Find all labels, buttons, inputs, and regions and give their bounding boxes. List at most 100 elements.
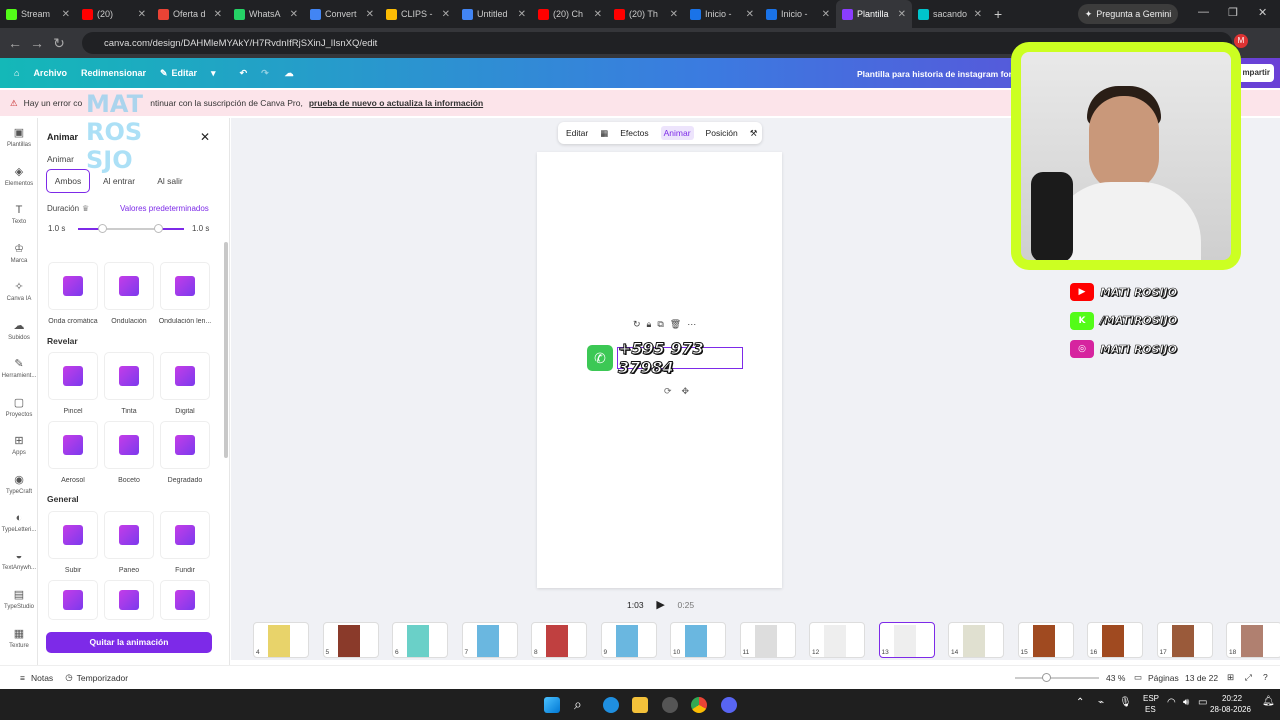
animation-thumbnail[interactable] <box>48 352 98 400</box>
archivo-menu[interactable]: Archivo <box>33 68 67 78</box>
animation-thumbnail[interactable] <box>48 511 98 559</box>
tab-close-icon[interactable]: ✕ <box>290 9 298 20</box>
discord-icon[interactable] <box>721 697 737 713</box>
duration-out-handle[interactable] <box>154 224 163 233</box>
page-thumbnail[interactable]: 16 <box>1087 622 1143 658</box>
zoom-slider[interactable] <box>1015 677 1099 679</box>
tab-close-icon[interactable]: ✕ <box>670 9 678 20</box>
page-thumbnail[interactable]: 15 <box>1017 622 1074 658</box>
page-thumbnail[interactable]: 14 <box>948 622 1004 658</box>
animation-thumbnail[interactable] <box>104 511 154 559</box>
presets-link[interactable]: Valores predeterminados <box>120 204 209 213</box>
search-icon[interactable]: ⌕ <box>574 696 582 713</box>
network-icon[interactable]: ⌁ <box>1098 697 1104 708</box>
animation-thumbnail[interactable] <box>104 262 154 310</box>
panel-scrollbar[interactable] <box>224 242 228 458</box>
rail-item[interactable]: ⊞ Apps <box>0 426 38 465</box>
browser-tab[interactable]: CLIPS - ✕ <box>380 0 456 28</box>
rail-item[interactable]: ▦ Texture <box>0 619 38 658</box>
whatsapp-icon[interactable]: ✆ <box>587 345 613 371</box>
tab-close-icon[interactable]: ✕ <box>366 9 374 20</box>
rail-item[interactable]: ✧ Canva IA <box>0 272 38 311</box>
page-thumbnail[interactable]: 11 <box>739 622 796 658</box>
retry-payment-link[interactable]: prueba de nuevo o actualiza la informaci… <box>309 98 483 108</box>
rail-item[interactable]: ▣ Plantillas <box>0 118 38 157</box>
rail-item[interactable]: ▤ TypeStudio <box>0 580 38 619</box>
page-thumbnail[interactable]: 12 <box>809 622 865 658</box>
lang-1[interactable]: ESP <box>1143 694 1159 703</box>
page-thumbnail[interactable]: 5 <box>322 622 379 658</box>
fullscreen-icon[interactable]: ⤢ <box>1245 672 1252 683</box>
ctx-editar[interactable]: Editar <box>566 128 588 138</box>
rail-item[interactable]: ◈ Elementos <box>0 157 38 196</box>
maximize-icon[interactable]: ❐ <box>1228 6 1238 19</box>
browser-tab[interactable]: (20) Th ✕ <box>608 0 684 28</box>
ctx-animar[interactable]: Animar <box>660 126 694 140</box>
paint-roller-icon[interactable]: ⚒ <box>750 128 758 139</box>
grid-view-icon[interactable]: ⊞ <box>1227 672 1234 683</box>
page-thumbnail[interactable]: 7 <box>461 622 518 658</box>
edge-icon[interactable] <box>603 697 619 713</box>
redimensionar-menu[interactable]: Redimensionar <box>81 68 146 78</box>
clock-date[interactable]: 28-08-2026 <box>1210 705 1251 714</box>
animation-thumbnail[interactable] <box>104 352 154 400</box>
notification-icon[interactable]: 🔔︎ <box>1262 696 1275 707</box>
close-window-icon[interactable]: ✕ <box>1258 6 1267 19</box>
pages-button[interactable]: Páginas <box>1148 673 1179 683</box>
browser-tab[interactable]: Plantilla ✕ <box>836 0 912 28</box>
redo-icon[interactable]: ↷ <box>261 68 269 79</box>
duration-in-value[interactable]: 1.0 s <box>48 224 65 233</box>
remove-animation-button[interactable]: Quitar la animación <box>46 632 212 653</box>
zoom-value[interactable]: 43 % <box>1106 673 1125 683</box>
forward-icon[interactable]: → <box>26 35 48 51</box>
ctx-posicion[interactable]: Posición <box>706 128 738 138</box>
animation-thumbnail[interactable] <box>48 262 98 310</box>
animation-thumbnail[interactable] <box>160 580 210 620</box>
back-icon[interactable]: ← <box>4 35 26 51</box>
rail-item[interactable]: ☁ Subidos <box>0 311 38 350</box>
duration-out-value[interactable]: 1.0 s <box>192 224 209 233</box>
clock-time[interactable]: 20:22 <box>1222 694 1242 703</box>
browser-tab[interactable]: (20) ✕ <box>76 0 152 28</box>
profile-avatar[interactable]: M <box>1234 34 1248 48</box>
temporizador-button[interactable]: Temporizador <box>77 673 129 683</box>
page-thumbnail[interactable]: 8 <box>531 622 587 658</box>
close-icon[interactable]: ✕ <box>200 130 210 144</box>
animation-thumbnail[interactable] <box>160 352 210 400</box>
rail-item[interactable]: T Texto <box>0 195 38 234</box>
lang-2[interactable]: ES <box>1145 705 1156 714</box>
animation-thumbnail[interactable] <box>104 421 154 469</box>
tab-close-icon[interactable]: ✕ <box>898 9 906 20</box>
page-thumbnail[interactable]: 6 <box>392 622 448 658</box>
tab-close-icon[interactable]: ✕ <box>594 9 602 20</box>
browser-tab[interactable]: WhatsA ✕ <box>228 0 304 28</box>
rail-item[interactable]: ▢ Proyectos <box>0 388 38 427</box>
browser-tab[interactable]: Stream ✕ <box>0 0 76 28</box>
minimize-icon[interactable]: — <box>1198 6 1209 18</box>
phone-number-text[interactable]: +595 973 37984 <box>617 339 743 378</box>
browser-tab[interactable]: Untitled ✕ <box>456 0 532 28</box>
animation-thumbnail[interactable] <box>160 421 210 469</box>
help-icon[interactable]: ? <box>1263 672 1268 682</box>
page-thumbnail[interactable]: 17 <box>1156 622 1213 658</box>
animation-thumbnail[interactable] <box>160 511 210 559</box>
browser-tab[interactable]: Convert ✕ <box>304 0 380 28</box>
gemini-button[interactable]: ✦ Pregunta a Gemini <box>1078 4 1178 24</box>
start-icon[interactable] <box>544 697 560 713</box>
page-thumbnail[interactable]: 9 <box>600 622 657 658</box>
notas-button[interactable]: Notas <box>31 673 53 683</box>
animation-thumbnail[interactable] <box>160 262 210 310</box>
rail-item[interactable]: ✎ Herramient... <box>0 349 38 388</box>
tab-close-icon[interactable]: ✕ <box>518 9 526 20</box>
transparency-icon[interactable]: ▦ <box>600 128 608 139</box>
trash-icon[interactable]: 🗑︎ <box>670 319 681 330</box>
browser-tab[interactable]: Inicio - ✕ <box>684 0 760 28</box>
tab-close-icon[interactable]: ✕ <box>214 9 222 20</box>
tab-close-icon[interactable]: ✕ <box>442 9 450 20</box>
rail-item[interactable]: ♔ Marca <box>0 234 38 273</box>
duplicate-icon[interactable]: ⧉ <box>657 319 663 330</box>
home-icon[interactable]: ⌂ <box>14 68 19 78</box>
rail-item[interactable]: ◒ TextAnywh... <box>0 542 38 581</box>
wifi-icon[interactable]: ◠ <box>1167 697 1176 708</box>
tab-close-icon[interactable]: ✕ <box>974 9 982 20</box>
